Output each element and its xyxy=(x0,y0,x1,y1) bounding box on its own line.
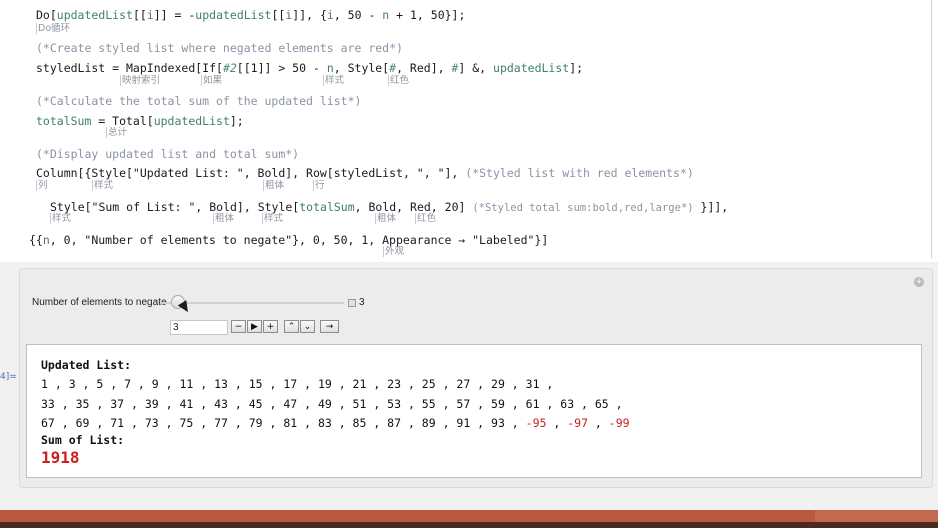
code-line-column[interactable]: Column[{Style["Updated List: ", Bold], R… xyxy=(36,166,694,180)
negated-value: -95 xyxy=(525,416,547,430)
code-token: updatedList xyxy=(493,61,570,75)
negated-value: -99 xyxy=(608,416,630,430)
direction-button[interactable]: → xyxy=(320,320,339,333)
updated-list-label: Updated List: xyxy=(41,358,132,372)
output-box: Updated List: 1 , 3 , 5 , 7 , 9 , 11 , 1… xyxy=(26,344,922,478)
code-comment-text: (*Calculate the total sum of the updated… xyxy=(36,94,362,108)
hint-style: 样式 xyxy=(323,75,345,86)
hint-do: Do循环 xyxy=(36,23,71,34)
play-button[interactable]: ▶ xyxy=(247,320,262,333)
hint-if: 如果 xyxy=(201,75,223,86)
code-token: , Style[ xyxy=(333,61,390,75)
code-token: ] &, xyxy=(458,61,494,75)
code-token: updatedList xyxy=(153,114,230,128)
code-token: totalSum xyxy=(299,200,355,214)
hint-row: 行 xyxy=(313,180,325,191)
hint-bold: 粗体 xyxy=(263,180,285,191)
output-cell-label: 4]= xyxy=(0,372,17,382)
faster-button[interactable]: ⌃ xyxy=(284,320,299,333)
code-comment-text: (*Styled total sum:bold,red,large*) xyxy=(472,202,694,214)
code-token: Do[ xyxy=(36,8,57,22)
hint-column: 列 xyxy=(36,180,48,191)
code-token: , 50 - xyxy=(333,8,383,22)
increment-button[interactable]: + xyxy=(263,320,278,333)
code-comment-display[interactable]: (*Display updated list and total sum*) xyxy=(36,147,299,161)
code-comment-text: (*Styled list with red elements*) xyxy=(465,166,694,180)
hint-bold: 粗体 xyxy=(375,213,397,224)
slower-button[interactable]: ⌄ xyxy=(300,320,315,333)
notebook-code-area[interactable]: Do[updatedList[[i]] = -updatedList[[i]],… xyxy=(0,0,938,262)
list-values: 67 , 69 , 71 , 73 , 75 , 77 , 79 , 81 , … xyxy=(41,416,526,430)
code-token: , Bold, Red, 20] xyxy=(354,200,473,214)
code-token: ]] = - xyxy=(153,8,196,22)
code-token: Column[{Style["Updated List: ", Bold], R… xyxy=(36,166,466,180)
separator: , xyxy=(546,416,568,430)
list-line-3: 67 , 69 , 71 , 73 , 75 , 77 , 79 , 81 , … xyxy=(41,416,630,430)
hint-appearance: 外观 xyxy=(383,246,405,257)
code-token: {{ xyxy=(29,233,43,247)
code-token: n xyxy=(326,61,334,75)
code-token: #2 xyxy=(222,61,237,75)
code-token: }]], xyxy=(693,200,729,214)
code-token: , 0, "Number of elements to negate"}, 0,… xyxy=(49,233,549,247)
hint-total: 总计 xyxy=(106,127,128,138)
code-token: [[ xyxy=(271,8,286,22)
code-line-do[interactable]: Do[updatedList[[i]] = -updatedList[[i]],… xyxy=(36,8,465,22)
hint-style: 样式 xyxy=(92,180,114,191)
code-token: + 1, 50}]; xyxy=(389,8,466,22)
taskbar-edge xyxy=(0,522,938,528)
code-token: [[1]] > 50 - xyxy=(236,61,327,75)
manipulate-panel: + Number of elements to negate 3 3 − ▶ +… xyxy=(19,268,933,488)
hint-bold: 粗体 xyxy=(213,213,235,224)
slider-expand-icon[interactable] xyxy=(348,299,356,307)
code-line-styledlist[interactable]: styledList = MapIndexed[If[#2[[1]] > 50 … xyxy=(36,61,583,75)
decrement-button[interactable]: − xyxy=(231,320,246,333)
code-line-totalsum[interactable]: totalSum = Total[updatedList]; xyxy=(36,114,244,128)
add-icon[interactable]: + xyxy=(914,277,924,287)
list-line-1: 1 , 3 , 5 , 7 , 9 , 11 , 13 , 15 , 17 , … xyxy=(41,377,554,391)
hint-red: 红色 xyxy=(388,75,410,86)
code-token: styledList = MapIndexed[If[ xyxy=(36,61,223,75)
code-token: ]], { xyxy=(292,8,327,22)
taskbar-strip xyxy=(0,510,938,528)
cell-bracket[interactable] xyxy=(931,0,932,258)
list-line-2: 33 , 35 , 37 , 39 , 41 , 43 , 45 , 47 , … xyxy=(41,397,623,411)
code-token: updatedList xyxy=(195,8,272,22)
code-comment-text: (*Create styled list where negated eleme… xyxy=(36,41,403,55)
value-input[interactable]: 3 xyxy=(170,320,228,335)
sum-value: 1918 xyxy=(41,448,80,467)
code-token: , Red], xyxy=(396,61,452,75)
hint-style: 样式 xyxy=(50,213,72,224)
negated-value: -97 xyxy=(567,416,588,430)
code-token: Style["Sum of List: ", Bold], Style[ xyxy=(50,200,300,214)
code-token: [[ xyxy=(132,8,147,22)
code-comment-calculate[interactable]: (*Calculate the total sum of the updated… xyxy=(36,94,361,108)
hint-mapindexed: 映射索引 xyxy=(120,75,161,86)
code-line-control[interactable]: {{n, 0, "Number of elements to negate"},… xyxy=(29,233,548,247)
slider-label: Number of elements to negate xyxy=(32,297,167,308)
code-token: updatedList xyxy=(56,8,133,22)
code-token: ]; xyxy=(569,61,584,75)
code-token: i xyxy=(326,8,334,22)
slider-value: 3 xyxy=(359,297,365,308)
code-comment-create[interactable]: (*Create styled list where negated eleme… xyxy=(36,41,403,55)
code-token: totalSum xyxy=(36,114,92,128)
separator: , xyxy=(588,416,609,430)
code-comment-text: (*Display updated list and total sum*) xyxy=(36,147,300,161)
code-token: ]; xyxy=(229,114,244,128)
code-token: n xyxy=(42,233,50,247)
code-token: = Total[ xyxy=(91,114,154,128)
hint-red: 红色 xyxy=(415,213,437,224)
hint-style: 样式 xyxy=(262,213,284,224)
code-token: i xyxy=(146,8,154,22)
sum-label: Sum of List: xyxy=(41,433,125,447)
